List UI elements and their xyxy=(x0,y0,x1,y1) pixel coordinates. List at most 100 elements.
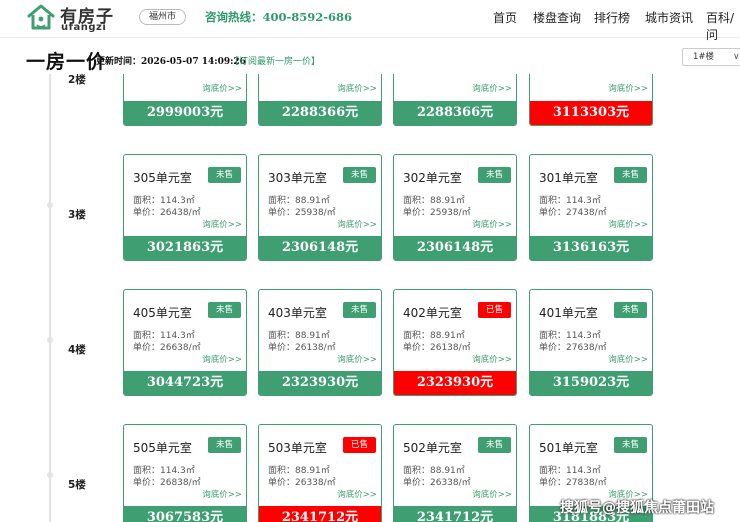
status-badge: 未售 xyxy=(478,437,511,453)
unit-card[interactable]: 302单元室 未售 面积：88.91㎡ 单价：25938/㎡ 询底价>> 2306148元 xyxy=(393,154,517,261)
unit-name: 303单元室 xyxy=(268,171,327,185)
unit-price-per-sqm: 单价：26638/㎡ xyxy=(133,343,201,353)
total-price: 3021863元 xyxy=(124,236,246,260)
total-price: 3113303元 xyxy=(530,101,652,125)
unit-price-per-sqm: 单价：25938/㎡ xyxy=(268,208,336,218)
ask-price-link[interactable]: 询底价>> xyxy=(608,82,648,94)
hotline-label: 咨询热线： xyxy=(205,10,263,24)
floor-label-2: 2楼 xyxy=(68,74,86,86)
unit-card[interactable]: 询底价>> 2288366元 xyxy=(258,74,382,126)
unit-card[interactable]: 305单元室 未售 面积：114.3㎡ 单价：26438/㎡ 询底价>> 3021863元 xyxy=(123,154,247,261)
nav-encyclopedia[interactable]: 百科/问 xyxy=(706,9,740,43)
timeline-dot xyxy=(47,472,53,478)
ask-price-link[interactable]: 询底价>> xyxy=(202,82,242,94)
unit-card[interactable]: 301单元室 未售 面积：114.3㎡ 单价：27438/㎡ 询底价>> 3136163元 xyxy=(529,154,653,261)
nav-city-news[interactable]: 城市资讯 xyxy=(645,9,693,26)
unit-card[interactable]: 402单元室 已售 面积：88.91㎡ 单价：26138/㎡ 询底价>> 2323930元 xyxy=(393,289,517,396)
status-badge: 已售 xyxy=(478,302,511,318)
unit-price-per-sqm: 单价：26838/㎡ xyxy=(133,478,201,488)
status-badge: 未售 xyxy=(208,302,241,318)
ask-price-link[interactable]: 询底价>> xyxy=(202,218,242,230)
unit-card[interactable]: 询底价>> 2288366元 xyxy=(393,74,517,126)
hotline-number: 400-8592-686 xyxy=(262,10,353,24)
status-badge: 未售 xyxy=(478,167,511,183)
unit-name: 305单元室 xyxy=(133,171,192,185)
floor-label-3: 3楼 xyxy=(68,209,86,221)
total-price: 2323930元 xyxy=(394,371,516,395)
unit-card[interactable]: 403单元室 未售 面积：88.91㎡ 单价：26138/㎡ 询底价>> 2323930元 xyxy=(258,289,382,396)
total-price: 2306148元 xyxy=(259,236,381,260)
unit-name: 302单元室 xyxy=(403,171,462,185)
unit-name: 503单元室 xyxy=(268,441,327,455)
building-select-value: 1#楼 xyxy=(693,52,715,62)
timeline-dot xyxy=(47,337,53,343)
status-badge: 未售 xyxy=(343,302,376,318)
status-badge: 已售 xyxy=(343,437,376,453)
subscribe-link[interactable]: 【订阅最新一房一价】 xyxy=(230,54,320,67)
total-price: 2341712元 xyxy=(394,506,516,522)
total-price: 2341712元 xyxy=(259,506,381,522)
hotline: 咨询热线：400-8592-686 xyxy=(205,9,352,25)
ask-price-link[interactable]: 询底价>> xyxy=(472,82,512,94)
total-price: 2999003元 xyxy=(124,101,246,125)
unit-card[interactable]: 询底价>> 2999003元 xyxy=(123,74,247,126)
unit-name: 403单元室 xyxy=(268,306,327,320)
ask-price-link[interactable]: 询底价>> xyxy=(202,353,242,365)
total-price: 2306148元 xyxy=(394,236,516,260)
status-badge: 未售 xyxy=(614,437,647,453)
city-selector[interactable]: 福州市 xyxy=(139,9,187,25)
ask-price-link[interactable]: 询底价>> xyxy=(608,218,648,230)
ask-price-link[interactable]: 询底价>> xyxy=(337,353,377,365)
floor-timeline xyxy=(49,74,51,522)
status-badge: 未售 xyxy=(614,302,647,318)
unit-price-per-sqm: 单价：26338/㎡ xyxy=(268,478,336,488)
status-badge: 未售 xyxy=(208,437,241,453)
top-navigation-bar: 有房子 ufangzi 福州市 咨询热线：400-8592-686 首页 楼盘查… xyxy=(0,0,740,42)
unit-name: 501单元室 xyxy=(539,441,598,455)
unit-name: 502单元室 xyxy=(403,441,462,455)
price-list-header: 一房一价 更新时间：2026-05-07 14:09:26 【订阅最新一房一价】 xyxy=(0,46,740,73)
unit-price-per-sqm: 单价：26438/㎡ xyxy=(133,208,201,218)
total-price: 2288366元 xyxy=(394,101,516,125)
total-price: 2323930元 xyxy=(259,371,381,395)
unit-name: 401单元室 xyxy=(539,306,598,320)
unit-card[interactable]: 503单元室 已售 面积：88.91㎡ 单价：26338/㎡ 询底价>> 2341712元 xyxy=(258,424,382,522)
unit-card[interactable]: 303单元室 未售 面积：88.91㎡ 单价：25938/㎡ 询底价>> 2306148元 xyxy=(258,154,382,261)
ask-price-link[interactable]: 询底价>> xyxy=(472,488,512,500)
nav-rankings[interactable]: 排行榜 xyxy=(594,9,630,26)
ask-price-link[interactable]: 询底价>> xyxy=(472,218,512,230)
unit-price-per-sqm: 单价：26138/㎡ xyxy=(403,343,471,353)
ask-price-link[interactable]: 询底价>> xyxy=(202,488,242,500)
unit-card[interactable]: 405单元室 未售 面积：114.3㎡ 单价：26638/㎡ 询底价>> 3044723元 xyxy=(123,289,247,396)
unit-name: 301单元室 xyxy=(539,171,598,185)
unit-price-per-sqm: 单价：27438/㎡ xyxy=(539,208,607,218)
unit-card[interactable]: 502单元室 未售 面积：88.91㎡ 单价：26338/㎡ 询底价>> 2341712元 xyxy=(393,424,517,522)
unit-name: 405单元室 xyxy=(133,306,192,320)
house-logo-icon xyxy=(27,4,55,30)
nav-home[interactable]: 首页 xyxy=(493,9,517,26)
site-logo[interactable]: 有房子 ufangzi xyxy=(26,2,118,34)
ask-price-link[interactable]: 询底价>> xyxy=(337,218,377,230)
nav-property-search[interactable]: 楼盘查询 xyxy=(533,9,581,26)
unit-price-per-sqm: 单价：26138/㎡ xyxy=(268,343,336,353)
floor-label-4: 4楼 xyxy=(68,344,86,356)
timeline-dot xyxy=(47,202,53,208)
unit-card[interactable]: 505单元室 未售 面积：114.3㎡ 单价：26838/㎡ 询底价>> 3067583元 xyxy=(123,424,247,522)
brand-name-en: ufangzi xyxy=(61,22,107,33)
total-price: 3136163元 xyxy=(530,236,652,260)
status-badge: 未售 xyxy=(343,167,376,183)
ask-price-link[interactable]: 询底价>> xyxy=(472,353,512,365)
chevron-down-icon: ∨ xyxy=(733,52,740,62)
unit-price-per-sqm: 单价：26338/㎡ xyxy=(403,478,471,488)
total-price: 2288366元 xyxy=(259,101,381,125)
status-badge: 未售 xyxy=(208,167,241,183)
unit-card[interactable]: 401单元室 未售 面积：114.3㎡ 单价：27638/㎡ 询底价>> 3159023元 xyxy=(529,289,653,396)
ask-price-link[interactable]: 询底价>> xyxy=(337,488,377,500)
ask-price-link[interactable]: 询底价>> xyxy=(608,353,648,365)
unit-card[interactable]: 询底价>> 3113303元 xyxy=(529,74,653,126)
unit-price-per-sqm: 单价：27838/㎡ xyxy=(539,478,607,488)
ask-price-link[interactable]: 询底价>> xyxy=(337,82,377,94)
status-badge: 未售 xyxy=(614,167,647,183)
building-select[interactable]: 1#楼 ∨ xyxy=(682,48,740,66)
unit-name: 402单元室 xyxy=(403,306,462,320)
